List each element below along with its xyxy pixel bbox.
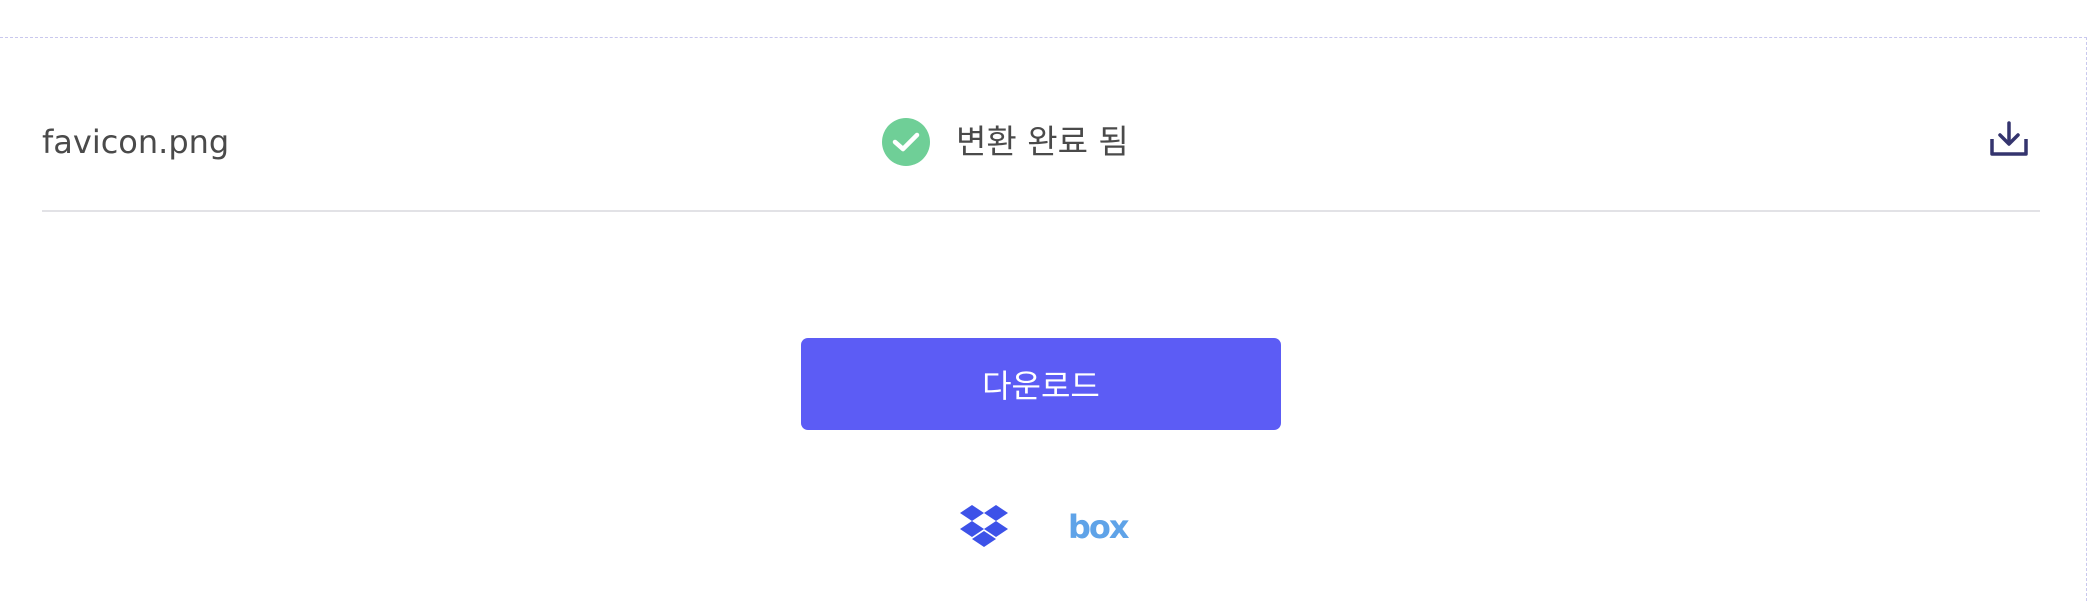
check-circle-icon (882, 118, 930, 166)
conversion-status: 변환 완료 됨 (882, 118, 1129, 166)
cloud-save-options: box (960, 503, 1130, 551)
dropbox-icon (960, 503, 1008, 551)
file-row: favicon.png 변환 완료 됨 (42, 76, 2040, 212)
file-download-button[interactable] (1988, 120, 2030, 162)
file-name: favicon.png (42, 123, 230, 161)
status-text: 변환 완료 됨 (956, 122, 1129, 161)
save-to-box-button[interactable]: box (1068, 507, 1130, 547)
download-button[interactable]: 다운로드 (801, 338, 1281, 430)
save-to-dropbox-button[interactable] (960, 503, 1008, 551)
download-icon (1989, 121, 2029, 161)
conversion-result-panel: favicon.png 변환 완료 됨 다운로드 box (0, 37, 2087, 601)
